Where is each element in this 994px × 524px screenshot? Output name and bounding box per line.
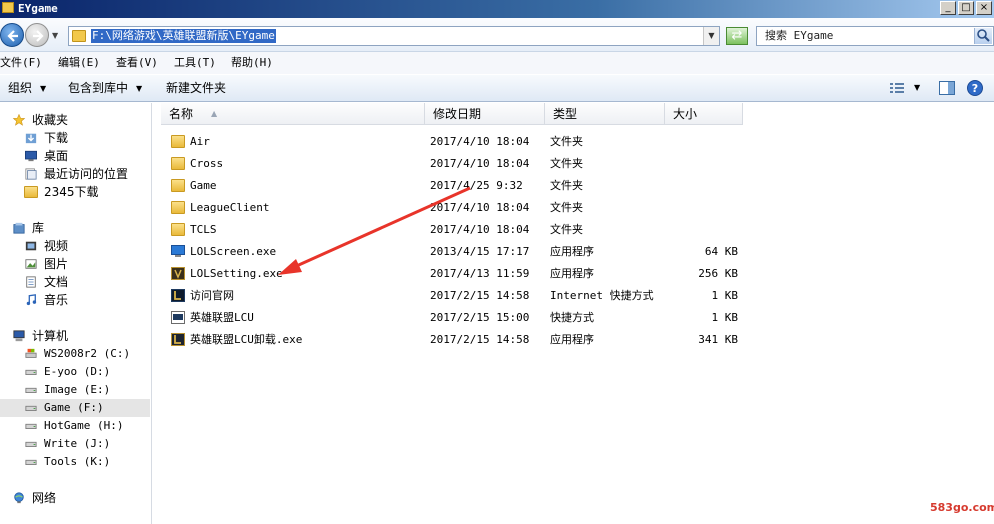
annotation-arrow xyxy=(278,186,471,275)
watermark: 583go.com xyxy=(930,501,994,514)
